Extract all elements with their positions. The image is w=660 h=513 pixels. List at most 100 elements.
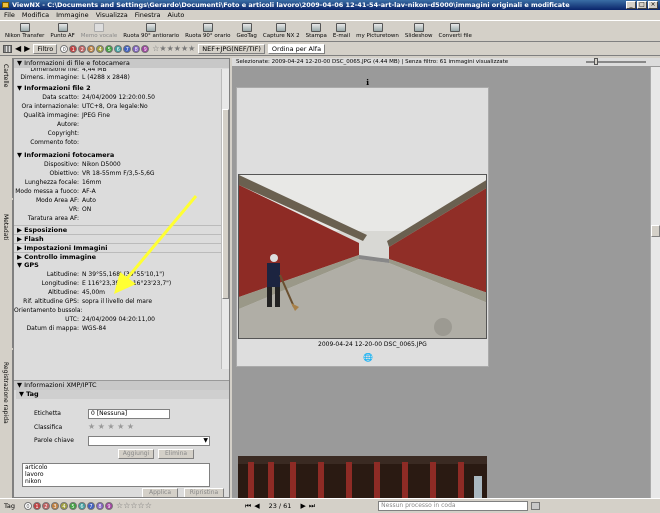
status-label-4[interactable]: 4 [60,502,69,510]
filter-label-7[interactable]: 7 [123,44,132,53]
filter-label-2[interactable]: 2 [78,44,87,53]
toolbar-button-rotate-cw[interactable]: Ruota 90° orario [182,21,233,41]
menu-file[interactable]: File [4,10,15,20]
keyword-item[interactable]: nikon [25,478,209,485]
filter-label-3[interactable]: 3 [87,44,96,53]
photo-caption: 2009-04-24 12-20-00 DSC_0065.JPG [318,341,427,348]
voice-memo-icon [94,23,105,32]
filter-label-5[interactable]: 5 [105,44,114,53]
keyword-item[interactable]: lavoro [25,471,209,478]
scrollbar-thumb[interactable] [651,225,660,237]
toolbar-button-print[interactable]: Stampa [303,21,330,41]
filter-toggle-button[interactable]: Filtro [33,43,58,54]
window-title: ViewNX - C:\Documents and Settings\Gerar… [12,1,570,9]
app-icon [2,2,9,8]
toolbar-button-label: GeoTag [236,33,257,39]
globe-icon[interactable]: 🌐 [363,353,373,362]
status-label-2[interactable]: 2 [42,502,51,510]
toolbar-button-rotate-ccw[interactable]: Ruota 90° antiorario [120,21,182,41]
toolbar-button-label: Ruota 90° orario [185,33,231,39]
keyword-item[interactable]: articolo [25,464,209,471]
toolbar-button-picturetown[interactable]: my Picturetown [353,21,402,41]
toolbar-button-convert[interactable]: Converti file [436,21,475,41]
status-label-1[interactable]: 1 [33,502,42,510]
label-caption: Etichetta [34,410,61,417]
remove-keyword-button[interactable]: Elimina [158,449,194,459]
nav-prev-button[interactable]: ◀ [254,502,259,510]
file2-header[interactable]: ▼ Informazioni file 2 [14,84,229,93]
selected-photo[interactable] [238,174,487,339]
menu-edit[interactable]: Modifica [22,10,49,20]
menu-view[interactable]: Visualizza [96,10,128,20]
toolbar-button-email[interactable]: E-mail [330,21,353,41]
maximize-button[interactable]: □ [637,1,647,9]
menu-help[interactable]: Aiuto [168,10,185,20]
camera-header[interactable]: ▼ Informazioni fotocamera [14,151,229,160]
menu-image[interactable]: Immagine [56,10,89,20]
close-button[interactable]: × [648,1,658,9]
menu-window[interactable]: Finestra [135,10,161,20]
toolbar-button-voice-memo[interactable]: Memo vocale [78,21,121,41]
apply-button[interactable]: Applica [142,488,178,497]
filter-label-0[interactable]: 0 [60,44,69,53]
toolbar-button-af-point[interactable]: Punto AF [47,21,77,41]
metadata-row: Orientamento bussola: [14,306,229,315]
minimize-button[interactable]: _ [626,1,636,9]
filter-label-1[interactable]: 1 [69,44,78,53]
tag-header[interactable]: ▼ Tag [16,390,229,399]
metadata-row: Qualità immagine: JPEG Fine [14,111,229,120]
keywords-combo[interactable]: ▼ [88,436,210,446]
nav-next-button[interactable]: ▶ [300,502,305,510]
sort-dropdown[interactable]: Ordina per Alfa [267,43,326,54]
toolbar-button-slideshow[interactable]: Slideshow [402,21,436,41]
metadata-key: Datum di mappa: [26,325,79,332]
keywords-list[interactable]: articolo lavoro nikon [22,463,210,487]
status-label-0[interactable]: 0 [24,502,33,510]
filter-label-4[interactable]: 4 [96,44,105,53]
forward-arrow-icon[interactable]: ▶ [24,44,30,53]
next-photo[interactable] [238,456,487,498]
sidetab-folders[interactable]: Cartelle [0,58,13,198]
filter-bar: ◀ ▶ Filtro 0123456789 ☆★★★★★ NEF+JPG(NEF… [0,42,660,56]
status-label-6[interactable]: 6 [78,502,87,510]
metadata-scrollbar[interactable] [221,69,229,369]
info-icon[interactable]: ℹ [366,78,369,87]
viewer-scrollbar[interactable] [650,67,660,498]
metadata-key: UTC: [65,316,79,323]
sidetab-tagging[interactable]: Registrazione rapida [0,350,13,498]
add-keyword-button[interactable]: Aggiungi [118,449,154,459]
metadata-key: Obiettivo: [49,170,79,177]
filter-label-9[interactable]: 9 [141,44,150,53]
nav-last-button[interactable]: ⏭ [309,502,315,511]
restore-button[interactable]: Ripristina [184,488,224,497]
format-filter-button[interactable]: NEF+JPG(NEF/TIF) [198,43,265,54]
filter-label-6[interactable]: 6 [114,44,123,53]
grid-view-icon[interactable] [3,44,12,53]
rating-filter[interactable]: ☆★★★★★ [152,44,195,53]
metadata-key: Longitudine: [41,280,79,287]
metadata-value [82,120,229,129]
thumbnail-size-slider[interactable] [586,58,646,65]
status-label-8[interactable]: 8 [96,502,105,510]
label-select[interactable]: 0 [Nessuna] [88,409,170,419]
xmp-header[interactable]: ▼ Informazioni XMP/IPTC [14,381,229,390]
back-arrow-icon[interactable]: ◀ [15,44,21,53]
status-label-3[interactable]: 3 [51,502,60,510]
metadata-key: Commento foto: [30,139,79,146]
status-label-9[interactable]: 9 [105,502,114,510]
status-label-7[interactable]: 7 [87,502,96,510]
toolbar-button-capture-nx[interactable]: Capture NX 2 [260,21,303,41]
toolbar-button-geotag[interactable]: GeoTag [234,21,260,41]
status-stars[interactable]: ☆☆☆☆☆ [116,502,152,510]
toolbar-button-transfer[interactable]: Nikon Transfer [2,21,47,41]
nav-first-button[interactable]: ⏮ [245,502,251,511]
file-info-header[interactable]: ▼ Informazioni di file e fotocamera [14,59,229,68]
filter-label-8[interactable]: 8 [132,44,141,53]
status-label-5[interactable]: 5 [69,502,78,510]
rating-stars[interactable]: ★ ★ ★ ★ ★ [88,422,134,431]
metadata-key: Data scatto: [42,94,79,101]
scrollbar-thumb[interactable] [222,109,229,299]
sidetab-metadata[interactable]: Metadati [0,200,13,348]
metadata-value: 24/04/2009 04:20:11,00 [82,316,155,323]
metadata-key: Ora internazionale: [21,103,79,110]
